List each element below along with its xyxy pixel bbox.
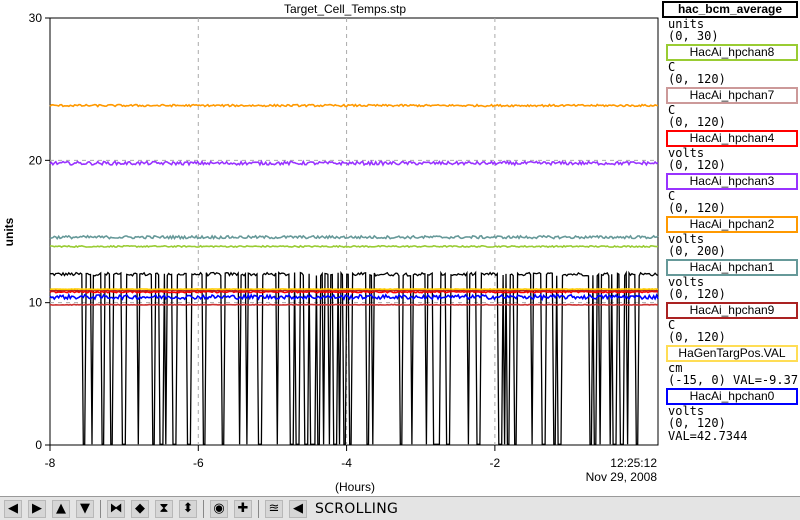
legend-range-value: (-15, 0) VAL=-9.37 <box>668 373 799 387</box>
scroll-down-button[interactable]: ▼ <box>76 499 94 518</box>
toolbar: ◀ ▶ ▲ ▼ ⧓ ◆ ⧗ ⬍ ◉ ✚ ≊ ◀ SCROLLING <box>0 496 800 520</box>
legend-entry[interactable]: HacAi_hpchan7C(0, 120) VAL=38.8867 <box>660 87 800 142</box>
x-axis-label: (Hours) <box>335 480 375 494</box>
legend-name[interactable]: HacAi_hpchan3 <box>666 173 798 190</box>
legend-entry[interactable]: HacAi_hpchan8C(0, 120) VAL=55.7227 <box>660 44 800 99</box>
toolbar-separator <box>258 499 259 518</box>
zoom-out-x-button[interactable]: ◆ <box>131 499 149 518</box>
legend-range-value: (0, 120) VAL=38.9648 <box>668 330 747 357</box>
reset-button[interactable]: ◉ <box>210 499 228 518</box>
scroll-right-button[interactable]: ▶ <box>28 499 46 518</box>
zoom-out-y-button[interactable]: ⬍ <box>179 499 197 518</box>
legend-range-value: (0, 200) VAL=159.131 <box>668 244 747 271</box>
scrolling-status: SCROLLING <box>315 500 399 517</box>
chart-title: Target_Cell_Temps.stp <box>284 2 406 16</box>
legend-entry[interactable]: HacAi_hpchan1volts(0, 120) VAL=58.8672 <box>660 259 800 314</box>
legend-range-value: (0, 120) VAL=42.7246 <box>668 158 747 185</box>
toolbar-separator <box>100 499 101 518</box>
legend-range-value: (0, 120) VAL=55.7227 <box>668 72 747 99</box>
legend-entry[interactable]: HacAi_hpchan2volts(0, 200) VAL=159.131 <box>660 216 800 271</box>
legend-name[interactable]: HacAi_hpchan0 <box>666 388 798 405</box>
y-axis-label: units <box>2 217 16 246</box>
x-tick-label: -2 <box>490 456 501 470</box>
series-line-hacai-hpchan7 <box>50 303 659 306</box>
series-line-hacai-hpchan9 <box>49 289 659 292</box>
scroll-up-button[interactable]: ▲ <box>52 499 70 518</box>
y-tick-label: 30 <box>29 11 43 25</box>
y-tick-label: 0 <box>35 438 42 452</box>
legend-entry[interactable]: hac_bcm_averageunits(0, 30) VAL=12.0704 <box>660 1 800 56</box>
series-line-hagentargpos-val <box>49 288 659 291</box>
legend-range-value: (0, 120) VAL=38.8867 <box>668 115 747 142</box>
legend-entry[interactable]: HacAi_hpchan0 volts (0, 120) VAL=42.7344 <box>660 388 800 443</box>
y-tick-label: 20 <box>29 153 43 167</box>
legend-name[interactable]: HacAi_hpchan2 <box>666 216 798 233</box>
legend-range-value: (0, 30) VAL=12.0704 <box>668 29 747 56</box>
legend-name[interactable]: HacAi_hpchan4 <box>666 130 798 147</box>
time-label: 12:25:12 <box>610 456 657 470</box>
legend-entry[interactable]: HacAi_hpchan3C(0, 120) VAL=79.5801 <box>660 173 800 228</box>
legend-name[interactable]: HacAi_hpchan9 <box>666 302 798 319</box>
date-label: Nov 29, 2008 <box>586 470 658 484</box>
add-button[interactable]: ✚ <box>234 499 252 518</box>
x-tick-label: -8 <box>45 456 56 470</box>
autoscale-button[interactable]: ≊ <box>265 499 283 518</box>
legend-entry[interactable]: HacAi_hpchan4volts(0, 120) VAL=42.7246 <box>660 130 800 185</box>
legend-range-value: (0, 120) VAL=79.5801 <box>668 201 747 228</box>
scroll-left-button[interactable]: ◀ <box>4 499 22 518</box>
legend-name[interactable]: hac_bcm_average <box>662 1 798 18</box>
legend-name[interactable]: HacAi_hpchan7 <box>666 87 798 104</box>
legend-range-value: (0, 120) VAL=58.8672 <box>668 287 747 314</box>
legend-name[interactable]: HacAi_hpchan8 <box>666 44 798 61</box>
legend-entry[interactable]: HaGenTargPos.VAL cm (-15, 0) VAL=-9.37 <box>660 345 800 387</box>
x-tick-label: -6 <box>193 456 204 470</box>
mark-button[interactable]: ◀ <box>289 499 307 518</box>
plot-area <box>49 17 659 446</box>
x-tick-label: -4 <box>341 456 352 470</box>
y-tick-label: 10 <box>29 296 43 310</box>
legend-entry[interactable]: HacAi_hpchan9C(0, 120) VAL=38.9648 <box>660 302 800 357</box>
zoom-in-x-button[interactable]: ⧓ <box>107 499 125 518</box>
legend-name[interactable]: HacAi_hpchan1 <box>666 259 798 276</box>
legend-range-value: (0, 120) VAL=42.7344 <box>668 416 748 443</box>
zoom-in-y-button[interactable]: ⧗ <box>155 499 173 518</box>
legend: hac_bcm_averageunits(0, 30) VAL=12.0704H… <box>660 0 800 443</box>
toolbar-separator <box>203 499 204 518</box>
legend-name[interactable]: HaGenTargPos.VAL <box>666 345 798 362</box>
